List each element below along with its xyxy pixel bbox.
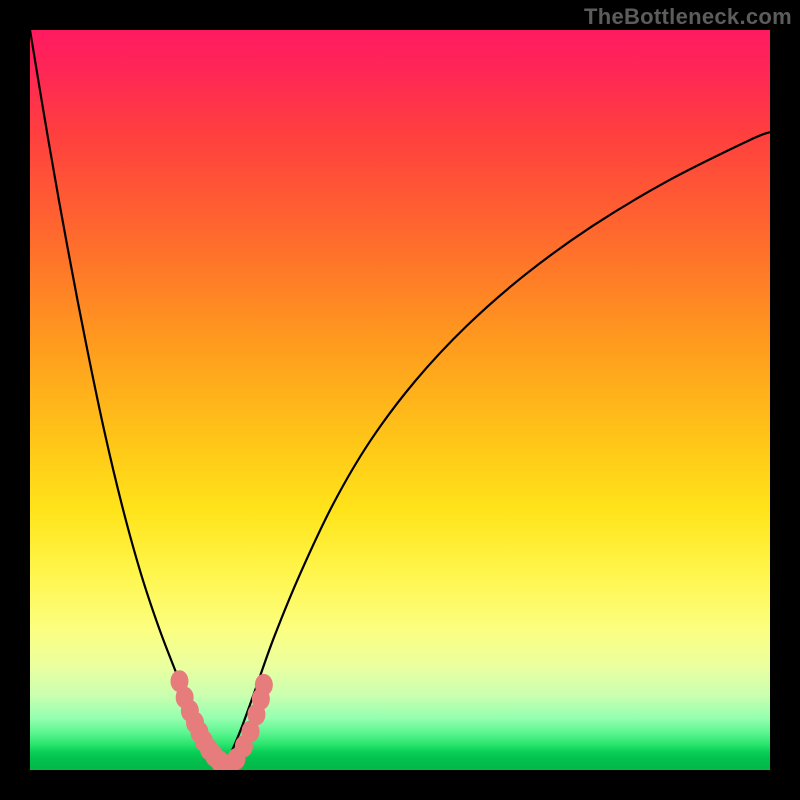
- plot-area: [30, 30, 770, 770]
- chart-frame: TheBottleneck.com: [0, 0, 800, 800]
- chart-svg: [30, 30, 770, 770]
- watermark-text: TheBottleneck.com: [584, 4, 792, 30]
- right-branch-line: [221, 132, 770, 770]
- hot-marker: [255, 674, 273, 696]
- left-branch-line: [30, 30, 221, 770]
- hot-markers-group: [170, 670, 272, 770]
